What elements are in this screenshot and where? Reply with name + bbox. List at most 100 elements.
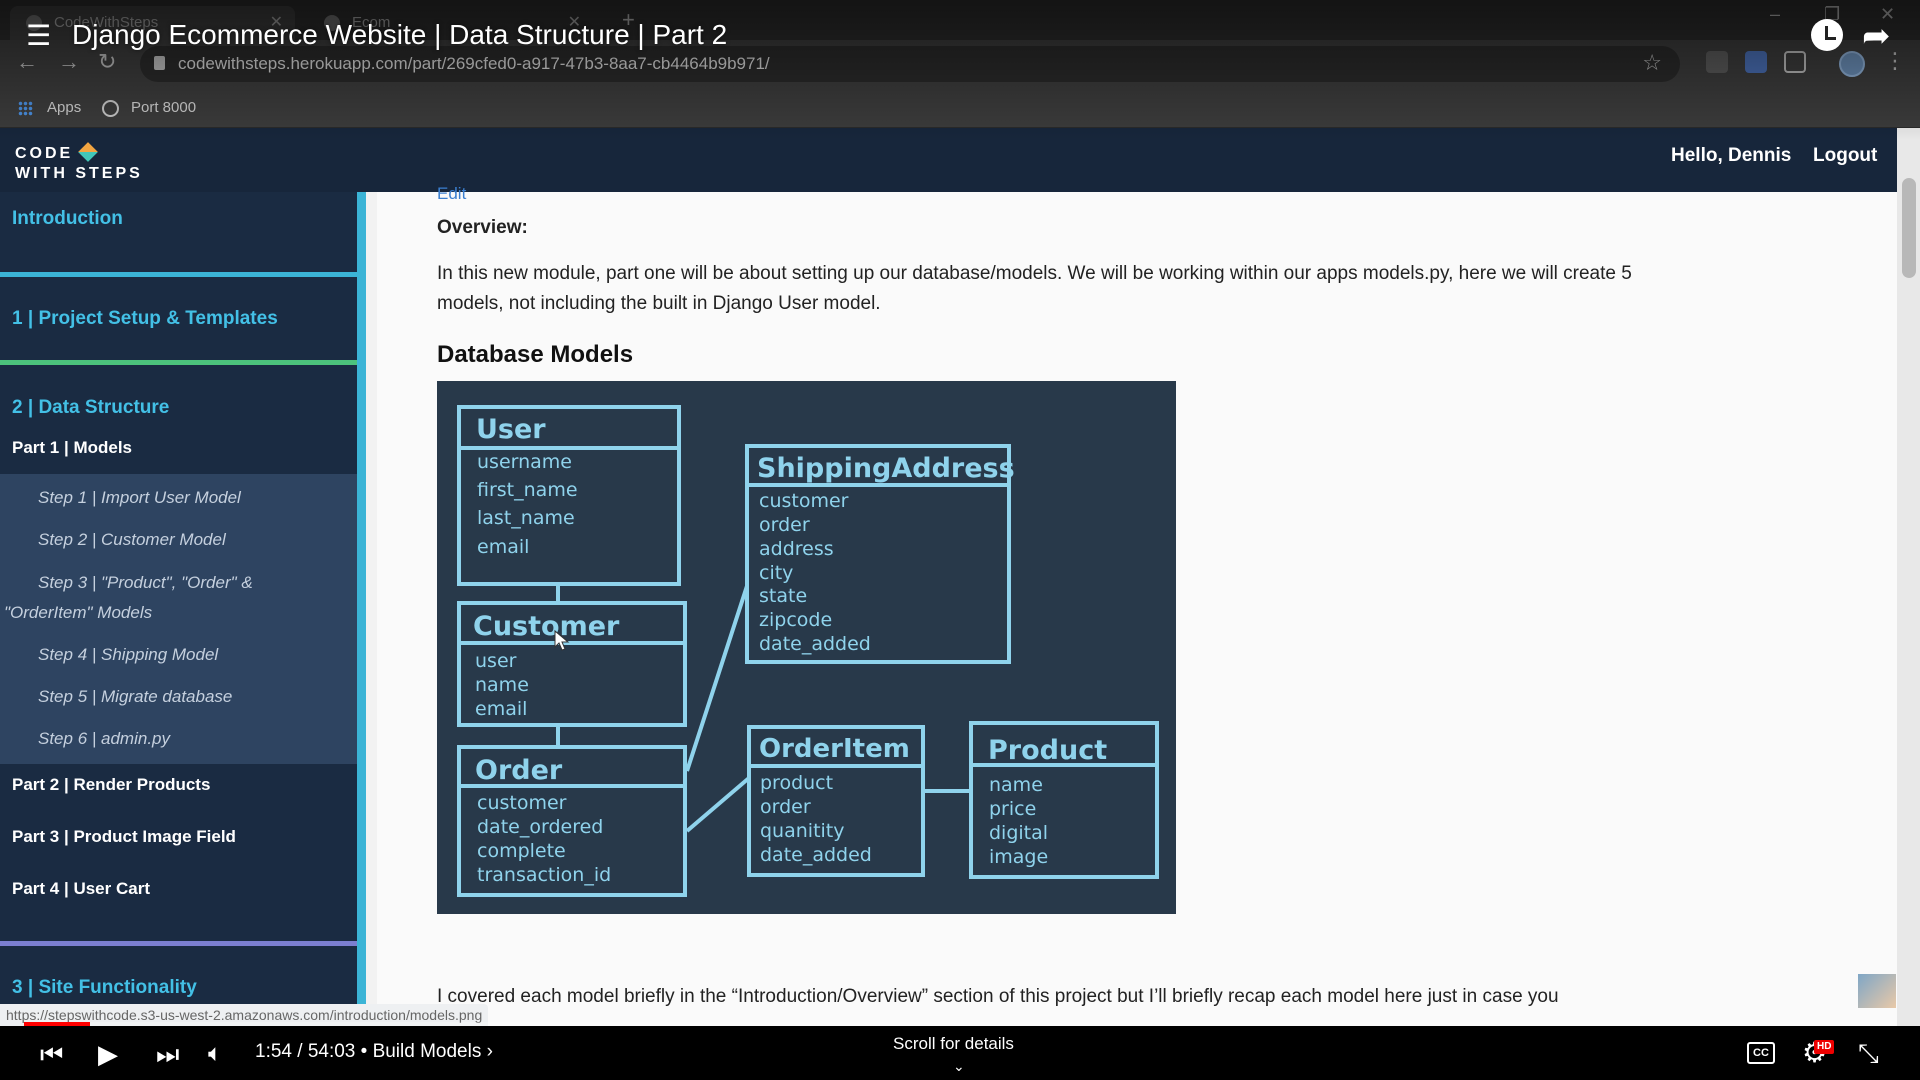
sidebar-step[interactable]: Step 3 | "Product", "Order" &	[38, 573, 253, 593]
shipping-field: zipcode	[759, 609, 832, 631]
product-field: name	[989, 774, 1043, 796]
database-models-heading: Database Models	[437, 341, 634, 368]
user-table-title: User	[476, 414, 546, 445]
connector-order-orderitem	[685, 776, 751, 833]
video-time-chapter[interactable]: 1:54 / 54:03 • Build Models ›	[255, 1032, 493, 1072]
shipping-field: address	[759, 538, 834, 560]
sidebar-part-product-image[interactable]: Part 3 | Product Image Field	[12, 827, 236, 847]
user-field: email	[477, 536, 529, 558]
sidebar-step[interactable]: Step 6 | admin.py	[38, 729, 170, 749]
customer-field: user	[475, 650, 517, 672]
order-field: date_ordered	[477, 816, 603, 838]
site-header: CODE WITH STEPS Hello, Dennis Logout	[0, 128, 1920, 192]
greeting-text: Hello, Dennis	[1671, 145, 1792, 166]
logo-diamond-icon	[78, 142, 99, 162]
section-divider	[0, 360, 357, 365]
user-field: username	[477, 451, 572, 473]
shipping-field: customer	[759, 490, 849, 512]
bookmark-port-8000[interactable]: Port 8000	[131, 88, 196, 128]
scroll-for-details[interactable]: Scroll for details	[893, 1034, 1014, 1054]
shipping-field: state	[759, 585, 807, 607]
extension-icon[interactable]	[1706, 51, 1728, 73]
next-icon[interactable]: ⏭	[156, 1034, 179, 1074]
exit-fullscreen-icon[interactable]: ⤡	[1858, 1038, 1879, 1070]
globe-icon	[102, 100, 119, 117]
share-icon[interactable]: ➦	[1862, 16, 1891, 56]
shipping-field: city	[759, 562, 793, 584]
orderitem-field: product	[760, 772, 833, 794]
overview-paragraph: In this new module, part one will be abo…	[437, 263, 1632, 314]
orderitem-field: order	[760, 796, 811, 818]
product-table-title: Product	[988, 735, 1107, 766]
sidebar-step-continued[interactable]: "OrderItem" Models	[4, 603, 152, 623]
page-scrollbar[interactable]	[1897, 128, 1920, 1028]
recap-paragraph: I covered each model briefly in the “Int…	[437, 986, 1559, 1007]
user-field: first_name	[477, 479, 578, 501]
hd-badge: HD	[1814, 1040, 1835, 1054]
playlist-menu-icon[interactable]: ☰	[26, 22, 51, 50]
sidebar-section-data-structure[interactable]: 2 | Data Structure	[12, 397, 169, 419]
product-field: image	[989, 846, 1048, 868]
apps-grid-icon	[18, 101, 33, 116]
sidebar-part-models[interactable]: Part 1 | Models	[12, 438, 132, 458]
sidebar-section-site-functionality[interactable]: 3 | Site Functionality	[12, 977, 197, 999]
bookmark-apps[interactable]: Apps	[47, 88, 81, 128]
back-icon[interactable]: ←	[16, 50, 38, 74]
site-logo[interactable]: CODE WITH STEPS	[15, 142, 143, 184]
section-divider	[0, 941, 357, 946]
shipping-field: order	[759, 514, 810, 536]
order-table-title: Order	[475, 755, 563, 786]
video-title[interactable]: Django Ecommerce Website | Data Structur…	[72, 16, 727, 54]
cast-icon[interactable]	[1784, 51, 1806, 73]
order-field: customer	[477, 792, 567, 814]
customer-table-title: Customer	[473, 611, 620, 642]
volume-icon[interactable]: 🔈︎	[208, 1034, 222, 1074]
play-icon[interactable]: ▶	[98, 1034, 118, 1074]
sidebar-step[interactable]: Step 1 | Import User Model	[38, 488, 241, 508]
lock-icon	[154, 56, 165, 70]
sidebar-item-introduction[interactable]: Introduction	[12, 208, 123, 230]
sidebar-part-render-products[interactable]: Part 2 | Render Products	[12, 775, 210, 795]
webcam-thumbnail	[1858, 974, 1896, 1008]
sidebar-step[interactable]: Step 5 | Migrate database	[38, 687, 232, 707]
screen: CodeWithSteps ✕ Ecom ✕ + – ❐ ✕ ← → ↻ cod…	[0, 0, 1920, 1080]
er-diagram-svg: User username first_name last_name email…	[457, 405, 1159, 897]
customer-field: name	[475, 674, 529, 696]
overview-label: Overview:	[437, 217, 528, 238]
section-divider	[0, 272, 357, 277]
bookmarks-bar: Apps Port 8000	[0, 88, 1920, 128]
scroll-thumb[interactable]	[1902, 178, 1916, 278]
sidebar-steps-list: Step 1 | Import User Model Step 2 | Cust…	[0, 474, 357, 764]
product-field: price	[989, 798, 1036, 820]
sidebar-section-project-setup[interactable]: 1 | Project Setup & Templates	[12, 308, 278, 330]
logo-line-2: WITH STEPS	[15, 165, 143, 182]
chevron-down-icon[interactable]: ⌄	[953, 1058, 965, 1075]
extension-icon[interactable]	[1745, 51, 1767, 73]
shipping-table-title: ShippingAddress	[757, 453, 1015, 484]
lesson-content: Edit Overview: In this new module, part …	[377, 184, 1897, 1028]
sidebar-part-user-cart[interactable]: Part 4 | User Cart	[12, 879, 150, 899]
product-field: digital	[989, 822, 1048, 844]
web-page: CODE WITH STEPS Hello, Dennis Logout Int…	[0, 128, 1920, 1028]
shipping-field: date_added	[759, 633, 871, 655]
edit-link[interactable]: Edit	[437, 184, 466, 204]
minimize-icon[interactable]: –	[1770, 4, 1780, 25]
orderitem-table-title: OrderItem	[759, 734, 910, 764]
watch-later-icon[interactable]	[1811, 19, 1843, 51]
sidebar-step[interactable]: Step 2 | Customer Model	[38, 530, 226, 550]
sidebar-step[interactable]: Step 4 | Shipping Model	[38, 645, 218, 665]
customer-field: email	[475, 698, 527, 720]
bookmark-star-icon[interactable]: ☆	[1642, 50, 1662, 76]
video-progress-bar[interactable]	[24, 1022, 1896, 1026]
captions-icon[interactable]: CC	[1747, 1042, 1775, 1064]
logo-line-1: CODE	[15, 145, 74, 162]
connector-order-shipping	[685, 585, 749, 772]
orderitem-field: quanitity	[760, 820, 845, 842]
database-models-diagram: User username first_name last_name email…	[437, 381, 1176, 914]
video-progress-fill	[24, 1022, 90, 1026]
course-sidebar: Introduction 1 | Project Setup & Templat…	[0, 192, 366, 1028]
user-field: last_name	[477, 507, 575, 529]
order-field: transaction_id	[477, 864, 611, 886]
previous-icon[interactable]: ⏮	[40, 1034, 63, 1074]
logout-link[interactable]: Logout	[1813, 128, 1877, 184]
